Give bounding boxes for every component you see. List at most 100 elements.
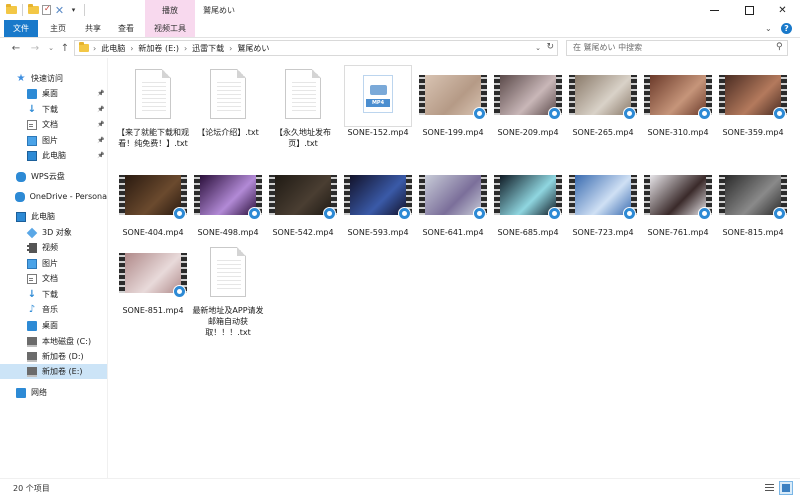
drive-icon bbox=[27, 351, 37, 362]
file-item[interactable]: SONE-685.mp4 bbox=[491, 158, 565, 258]
sidebar-item[interactable]: 视频 bbox=[0, 240, 107, 255]
film-strip bbox=[569, 75, 575, 115]
sidebar-item-label: 此电脑 bbox=[42, 151, 66, 160]
player-badge-icon bbox=[548, 207, 561, 220]
file-item[interactable]: SONE-199.mp4 bbox=[416, 58, 490, 158]
customize-toolbar-icon[interactable]: ▾ bbox=[68, 5, 79, 16]
recent-locations-button[interactable]: ⌄ bbox=[44, 41, 58, 55]
sidebar-item[interactable]: 桌面 bbox=[0, 318, 107, 333]
file-name: SONE-593.mp4 bbox=[347, 228, 409, 237]
file-name: SONE-815.mp4 bbox=[722, 228, 784, 237]
tab-file[interactable]: 文件 bbox=[4, 20, 38, 37]
thumbnail-image bbox=[275, 175, 331, 215]
new-folder-icon[interactable] bbox=[28, 4, 39, 14]
search-icon[interactable]: ⚲ bbox=[776, 42, 794, 52]
file-item[interactable]: SONE-815.mp4 bbox=[716, 158, 790, 258]
address-bar[interactable]: › 此电脑 › 新加卷 (E:) › 迅雷下载 › 鷲尾めい ⌄ ↻ bbox=[74, 40, 558, 56]
file-item[interactable]: 【论坛介绍】.txt bbox=[191, 58, 265, 158]
document-page-icon bbox=[285, 69, 321, 119]
refresh-icon[interactable]: ↻ bbox=[546, 42, 554, 52]
help-icon[interactable]: ? bbox=[781, 23, 792, 34]
tab-share[interactable]: 共享 bbox=[78, 20, 108, 37]
sidebar-item[interactable]: WPS云盘 bbox=[0, 169, 107, 184]
file-item[interactable]: 最新地址及APP请发邮箱自动获取！！！.txt bbox=[191, 236, 265, 337]
sidebar-item[interactable]: 文档 bbox=[0, 271, 107, 286]
sidebar-item[interactable]: 文档 📌 bbox=[0, 117, 107, 132]
file-item[interactable]: SONE-723.mp4 bbox=[566, 158, 640, 258]
player-badge-icon bbox=[698, 107, 711, 120]
file-item[interactable]: SONE-593.mp4 bbox=[341, 158, 415, 258]
film-strip bbox=[419, 175, 425, 215]
film-strip bbox=[719, 175, 725, 215]
player-badge-icon bbox=[773, 207, 786, 220]
breadcrumb-separator[interactable]: › bbox=[184, 44, 187, 53]
back-button[interactable]: ← bbox=[9, 41, 23, 55]
breadcrumb-separator[interactable]: › bbox=[229, 44, 232, 53]
tab-home[interactable]: 主页 bbox=[40, 20, 76, 37]
breadcrumb-volume-e[interactable]: 新加卷 (E:) bbox=[138, 43, 179, 54]
properties-icon[interactable] bbox=[42, 4, 51, 15]
file-name: SONE-542.mp4 bbox=[272, 228, 334, 237]
minimize-icon bbox=[710, 9, 719, 11]
sidebar-item[interactable]: 网络 bbox=[0, 385, 107, 400]
player-badge-icon bbox=[698, 207, 711, 220]
details-view-button[interactable] bbox=[762, 481, 776, 495]
minimize-button[interactable] bbox=[697, 0, 732, 20]
sidebar-item[interactable]: 桌面 📌 bbox=[0, 86, 107, 101]
file-item[interactable]: 【来了就能下载和观看！纯免费！】.txt bbox=[116, 58, 190, 158]
tab-view[interactable]: 查看 bbox=[110, 20, 142, 37]
forward-button[interactable]: → bbox=[28, 41, 42, 55]
sidebar-item[interactable]: 此电脑 📌 bbox=[0, 148, 107, 163]
sidebar-item[interactable]: ♪ 音乐 bbox=[0, 302, 107, 317]
breadcrumb-xunlei-downloads[interactable]: 迅雷下载 bbox=[192, 43, 224, 54]
film-strip bbox=[119, 175, 125, 215]
breadcrumb-current-folder[interactable]: 鷲尾めい bbox=[237, 43, 269, 54]
file-item[interactable]: SONE-761.mp4 bbox=[641, 158, 715, 258]
file-name: SONE-761.mp4 bbox=[647, 228, 709, 237]
tab-video-tools[interactable]: 视频工具 bbox=[145, 20, 195, 37]
sidebar-item-label: OneDrive - Persona bbox=[29, 192, 107, 201]
breadcrumb-separator[interactable]: › bbox=[130, 44, 133, 53]
delete-icon[interactable]: ✕ bbox=[54, 4, 65, 17]
large-icons-view-button[interactable] bbox=[779, 481, 793, 495]
sidebar-item[interactable]: OneDrive - Persona bbox=[0, 189, 107, 204]
sidebar-item[interactable]: ↓ 下载 bbox=[0, 287, 107, 302]
film-strip bbox=[644, 75, 650, 115]
sidebar-item[interactable]: 新加卷 (E:) bbox=[0, 364, 107, 379]
sidebar-item[interactable]: 本地磁盘 (C:) bbox=[0, 334, 107, 349]
sidebar-item-label: 桌面 bbox=[42, 89, 58, 98]
cloud-icon bbox=[16, 171, 26, 182]
sidebar-item[interactable]: ↓ 下载 📌 bbox=[0, 102, 107, 117]
sidebar-item[interactable]: 新加卷 (D:) bbox=[0, 349, 107, 364]
sidebar-item[interactable]: 图片 bbox=[0, 256, 107, 271]
sidebar-item[interactable]: 此电脑 bbox=[0, 209, 107, 224]
maximize-button[interactable] bbox=[732, 0, 767, 20]
film-strip bbox=[344, 175, 350, 215]
file-item[interactable]: SONE-542.mp4 bbox=[266, 158, 340, 258]
file-item[interactable]: SONE-359.mp4 bbox=[716, 58, 790, 158]
close-button[interactable]: ✕ bbox=[765, 0, 800, 20]
file-item[interactable]: SONE-851.mp4 bbox=[116, 236, 190, 336]
file-item[interactable]: SONE-310.mp4 bbox=[641, 58, 715, 158]
pin-icon: 📌 bbox=[97, 90, 105, 97]
breadcrumb-this-pc[interactable]: 此电脑 bbox=[101, 43, 125, 54]
file-item[interactable]: SONE-265.mp4 bbox=[566, 58, 640, 158]
chevron-down-icon: ⌄ bbox=[48, 44, 54, 52]
sidebar-item[interactable]: 图片 📌 bbox=[0, 133, 107, 148]
address-dropdown-icon[interactable]: ⌄ bbox=[535, 44, 541, 52]
search-input[interactable]: 在 鷲尾めい 中搜索 bbox=[566, 40, 788, 56]
file-item[interactable]: 【永久地址发布页】.txt bbox=[266, 58, 340, 158]
sidebar-item[interactable]: 3D 对象 bbox=[0, 225, 107, 240]
file-name: 【论坛介绍】.txt bbox=[197, 128, 259, 137]
large-icons-view-icon bbox=[782, 484, 790, 492]
drive-icon bbox=[27, 366, 37, 377]
file-item[interactable]: SONE-641.mp4 bbox=[416, 158, 490, 258]
file-item[interactable]: MP4 SONE-152.mp4 bbox=[341, 58, 415, 158]
video-thumbnail bbox=[644, 65, 712, 127]
chevron-down-icon[interactable]: ⌄ bbox=[765, 24, 773, 33]
file-item[interactable]: SONE-209.mp4 bbox=[491, 58, 565, 158]
sidebar-item[interactable]: ★ 快速访问 bbox=[0, 71, 107, 86]
sidebar-item-label: 下载 bbox=[42, 105, 58, 114]
video-thumbnail bbox=[494, 65, 562, 127]
up-button[interactable]: ↑ bbox=[58, 41, 72, 55]
